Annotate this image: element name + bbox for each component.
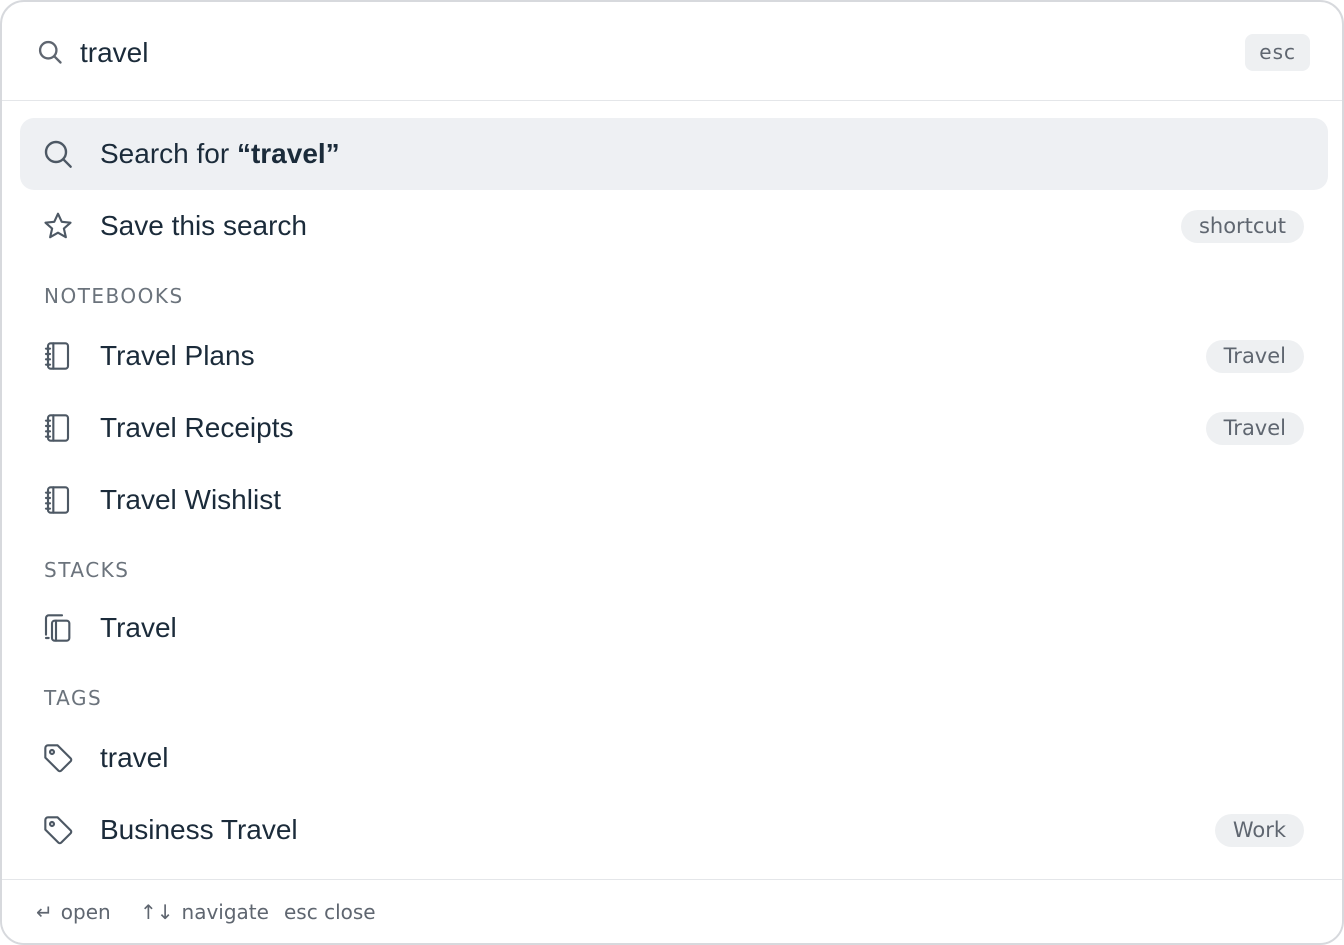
section-tags: TAGS <box>44 686 103 710</box>
esc-button[interactable]: esc <box>1245 34 1310 71</box>
tag-label: travel <box>100 742 169 773</box>
stack-label: Travel <box>100 612 177 643</box>
search-bar: esc <box>2 2 1342 101</box>
star-icon <box>42 210 74 242</box>
notebook-label: Travel Wishlist <box>100 484 281 515</box>
shortcut-badge[interactable]: shortcut <box>1180 210 1304 243</box>
search-for-query: “travel” <box>236 138 340 169</box>
save-search-row[interactable]: Save this search shortcut <box>20 190 1328 262</box>
navigate-hint-label: navigate <box>181 900 269 924</box>
section-stacks: STACKS <box>44 558 130 582</box>
search-for-prefix: Search for <box>100 138 237 169</box>
search-icon <box>36 38 64 66</box>
open-hint-label: open <box>60 900 111 924</box>
tag-item[interactable]: Business Travel Work <box>20 794 1328 866</box>
section-notebooks: NOTEBOOKS <box>44 284 184 308</box>
tag-item[interactable]: travel <box>20 722 1328 794</box>
search-icon <box>42 138 74 170</box>
tag-icon <box>42 742 74 774</box>
notebook-item[interactable]: Travel Plans Travel <box>20 320 1328 392</box>
tag-label: Business Travel <box>100 814 298 845</box>
stack-badge: Travel <box>1205 412 1304 445</box>
tag-icon <box>42 814 74 846</box>
notebook-icon <box>42 412 74 444</box>
notebook-icon <box>42 340 74 372</box>
notebook-item[interactable]: Travel Receipts Travel <box>20 392 1328 464</box>
quick-switcher-panel: esc Search for “travel” Save this search… <box>0 0 1344 945</box>
stack-badge: Travel <box>1205 340 1304 373</box>
navigate-hint: ↑↓ navigate <box>140 900 269 924</box>
search-for-query-row[interactable]: Search for “travel” <box>20 118 1328 190</box>
stack-item[interactable]: Travel <box>20 592 1328 664</box>
notebook-icon <box>42 484 74 516</box>
tag-parent-badge: Work <box>1214 814 1304 847</box>
enter-key-icon: ↵ <box>36 900 53 924</box>
close-hint: esc close <box>284 900 376 924</box>
arrow-keys-icon: ↑↓ <box>140 900 174 924</box>
save-search-label: Save this search <box>100 210 307 241</box>
search-for-label: Search for “travel” <box>100 138 340 170</box>
open-hint: ↵ open <box>36 900 111 924</box>
notebook-item[interactable]: Travel Wishlist <box>20 464 1328 536</box>
notebook-label: Travel Receipts <box>100 412 294 443</box>
notebook-label: Travel Plans <box>100 340 255 371</box>
stack-icon <box>42 612 74 644</box>
footer-hints: ↵ open ↑↓ navigate esc close <box>2 879 1342 943</box>
search-input[interactable] <box>80 30 1180 76</box>
